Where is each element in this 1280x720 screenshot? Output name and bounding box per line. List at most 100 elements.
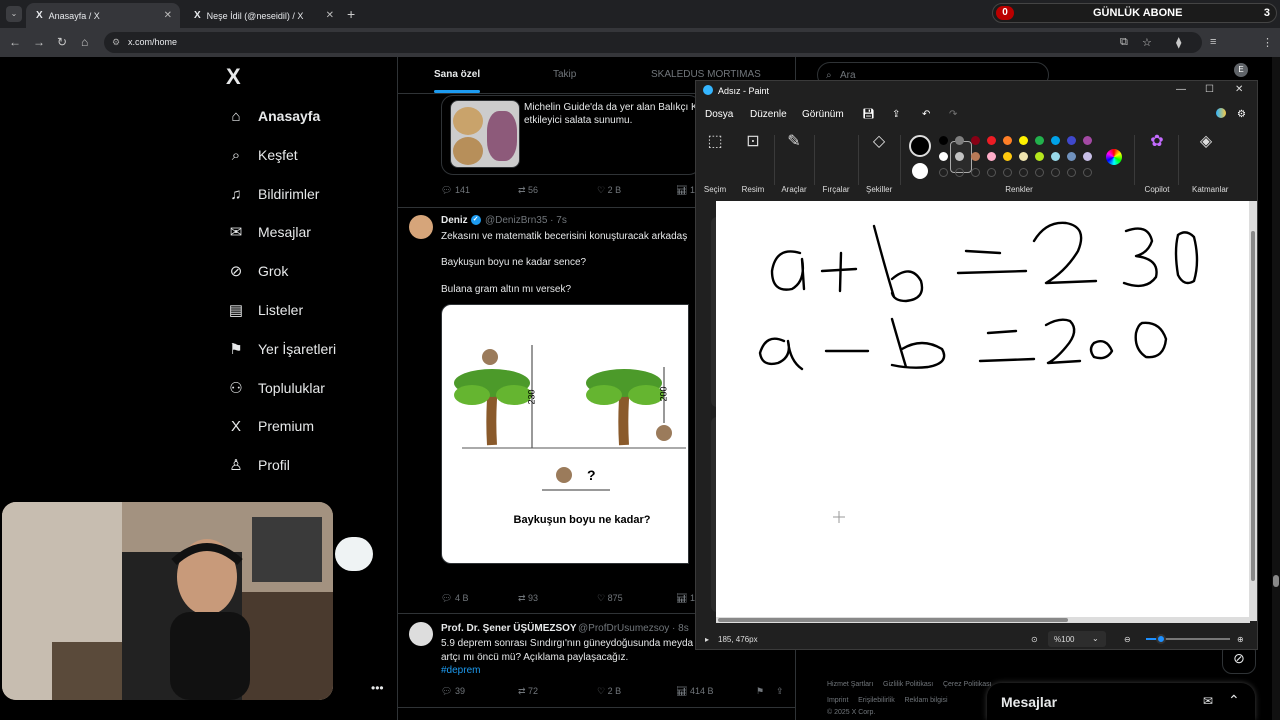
color-swatch[interactable] [987,152,996,161]
color-swatch[interactable] [1035,152,1044,161]
zoom-select[interactable]: %100 ⌄ [1048,631,1106,647]
tab-for-you[interactable]: Sana özel [434,69,480,80]
menu-edit[interactable]: Düzenle [750,109,787,120]
custom-color-slot[interactable] [1051,168,1060,177]
x-logo[interactable]: X [226,64,241,90]
undo-icon[interactable]: ↶ [922,109,930,120]
repost-button[interactable]: ⇄ 93 [518,593,538,604]
canvas-vertical-scrollbar[interactable] [1249,201,1257,621]
custom-color-slot[interactable] [955,168,964,177]
primary-color[interactable] [909,135,931,157]
color-swatch[interactable] [955,152,964,161]
home-icon[interactable]: ⌂ [81,35,88,49]
color-swatch[interactable] [1083,152,1092,161]
color-swatch[interactable] [987,136,996,145]
profile-avatar[interactable]: E [1234,63,1248,77]
new-message-icon[interactable]: ✉ [1203,694,1213,708]
tool-copilot[interactable]: ✿ Copilot [1144,127,1170,194]
share-icon[interactable]: ⇪ [776,686,784,697]
tool-image[interactable]: ⊡ Resim [740,127,766,194]
canvas-horizontal-scrollbar[interactable] [716,617,1250,623]
minimize-icon[interactable]: — [1176,84,1186,95]
sidebar-item-ke-fet[interactable]: ⌕ Keşfet [226,140,298,170]
tool-layers[interactable]: ◈ Katmanlar [1192,127,1228,194]
hashtag-link[interactable]: #deprem [441,664,480,677]
footer-link[interactable]: Reklam bilgisi [904,697,947,704]
site-info-icon[interactable]: ⚙ [112,32,120,53]
settings-icon[interactable]: ⚙ [1237,109,1246,120]
like-button[interactable]: ♡ 875 [597,593,623,604]
forward-icon[interactable]: → [33,35,45,49]
tab-list-button[interactable]: ⌄ [6,6,22,22]
color-swatch[interactable] [939,136,948,145]
tab-following[interactable]: Takip [553,69,576,80]
custom-color-slot[interactable] [971,168,980,177]
expand-icon[interactable]: ⌃ [1228,692,1240,709]
avatar[interactable] [409,622,433,646]
zoom-out-icon[interactable]: ⊖ [1124,635,1131,644]
back-icon[interactable]: ← [9,35,21,49]
views-button[interactable]: 📊︎ 1 [676,185,695,196]
sidebar-item-grok[interactable]: ⊘ Grok [226,256,289,286]
color-swatch[interactable] [1083,136,1092,145]
close-icon[interactable]: ✕ [164,10,172,21]
extensions-icon[interactable]: ⧫ [1176,36,1181,49]
color-swatch[interactable] [955,136,964,145]
color-swatch[interactable] [1067,152,1076,161]
share-icon[interactable]: ⇪ [892,109,900,120]
post-author[interactable]: Deniz ✓ [441,215,481,226]
drawing-canvas[interactable] [716,201,1250,621]
sidebar-item-profil[interactable]: ♙ Profil [226,450,290,480]
views-button[interactable]: 📊︎ 1 [676,593,695,604]
footer-link[interactable]: Erişilebilirlik [858,697,895,704]
menu-file[interactable]: Dosya [705,109,733,120]
sidebar-item-yer-i-aretleri[interactable]: ⚑ Yer İşaretleri [226,334,336,364]
footer-link[interactable]: Hizmet Şartları [827,681,873,688]
messages-drawer[interactable]: Mesajlar ✉ ⌃ [987,683,1255,720]
tool-shapes[interactable]: ◇ Şekiller [866,127,892,194]
color-swatch[interactable] [1003,152,1012,161]
tool-selection[interactable]: ⬚ Seçim [702,127,728,194]
sidebar-item-listeler[interactable]: ▤ Listeler [226,295,303,325]
custom-color-slot[interactable] [1083,168,1092,177]
custom-color-slot[interactable] [1019,168,1028,177]
close-icon[interactable]: ✕ [326,10,334,21]
like-button[interactable]: ♡ 2 B [597,185,621,196]
new-tab-button[interactable]: + [347,6,355,22]
color-swatch[interactable] [1051,136,1060,145]
like-button[interactable]: ♡ 2 B [597,686,621,697]
post-author[interactable]: Prof. Dr. Şener ÜŞÜMEZSOY [441,623,577,634]
menu-view[interactable]: Görünüm [802,109,844,120]
fit-icon[interactable]: ⊙ [1031,635,1038,644]
media-icon[interactable]: ≡ [1210,36,1216,48]
color-swatch[interactable] [971,136,980,145]
sidebar-item-bildirimler[interactable]: ♫ Bildirimler [226,179,319,209]
custom-color-slot[interactable] [1035,168,1044,177]
redo-icon[interactable]: ↷ [949,109,957,120]
save-icon[interactable]: 💾︎ [862,109,875,120]
custom-color-slot[interactable] [987,168,996,177]
repost-button[interactable]: ⇄ 72 [518,686,538,697]
reply-button[interactable]: 💬︎ 141 [441,185,470,196]
custom-color-slot[interactable] [939,168,948,177]
zoom-in-icon[interactable]: ⊕ [1237,635,1244,644]
tab-neseidil[interactable]: X Neşe İdil (@neseidil) / X ✕ [184,3,342,28]
zoom-slider[interactable] [1146,634,1230,644]
color-swatch[interactable] [1035,136,1044,145]
custom-color-slot[interactable] [1067,168,1076,177]
custom-color-slot[interactable] [1003,168,1012,177]
close-icon[interactable]: ✕ [1235,84,1243,95]
footer-link[interactable]: Çerez Politikası [943,681,992,688]
sidebar-item-mesajlar[interactable]: ✉ Mesajlar [226,217,311,247]
tab-home[interactable]: X Anasayfa / X ✕ [26,3,180,28]
copilot-icon[interactable] [1216,108,1226,118]
sidebar-item-anasayfa[interactable]: ⌂ Anasayfa [226,101,320,131]
maximize-icon[interactable]: ☐ [1205,84,1214,95]
install-icon[interactable]: ⧉ [1120,36,1128,49]
views-button[interactable]: 📊︎ 414 B [676,686,713,697]
color-swatch[interactable] [1019,152,1028,161]
sidebar-item-topluluklar[interactable]: ⚇ Topluluklar [226,373,325,403]
scrollbar-thumb[interactable] [1273,575,1279,587]
more-icon[interactable]: ••• [371,681,384,695]
reply-button[interactable]: 💬︎ 4 B [441,593,468,604]
